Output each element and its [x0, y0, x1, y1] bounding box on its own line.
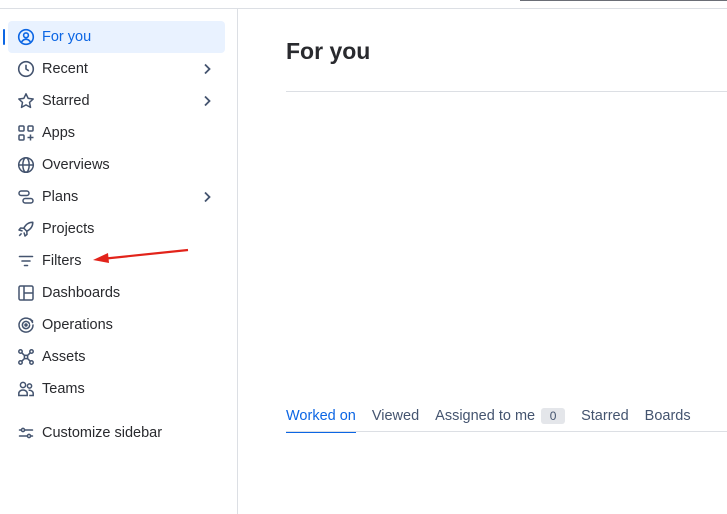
rocket-icon: [17, 220, 35, 238]
person-circle-icon: [17, 28, 35, 46]
title-divider: [286, 91, 727, 92]
tab-label: Starred: [581, 408, 629, 424]
sidebar-item-label: For you: [42, 29, 92, 45]
operations-icon: [17, 316, 35, 334]
customize-sidebar-label: Customize sidebar: [42, 425, 163, 441]
topbar-edge: [520, 0, 727, 1]
sidebar-item-operations[interactable]: Operations: [8, 309, 225, 341]
sidebar-item-label: Plans: [42, 189, 79, 205]
globe-icon: [17, 156, 35, 174]
active-indicator: [3, 29, 5, 45]
tab-boards[interactable]: Boards: [645, 404, 691, 432]
tab-label: Assigned to me: [435, 408, 536, 424]
sidebar-item-label: Projects: [42, 221, 95, 237]
sidebar-item-starred[interactable]: Starred: [8, 85, 225, 117]
sidebar: For you Recent Starred Apps Overviews Pl…: [0, 9, 238, 514]
page-title: For you: [286, 38, 371, 64]
sidebar-item-recent[interactable]: Recent: [8, 53, 225, 85]
sidebar-item-label: Teams: [42, 381, 85, 397]
teams-icon: [17, 380, 35, 398]
sidebar-item-dashboards[interactable]: Dashboards: [8, 277, 225, 309]
chevron-right-icon[interactable]: [199, 61, 215, 77]
filter-icon: [17, 252, 35, 270]
sidebar-item-for-you[interactable]: For you: [3, 21, 225, 53]
sidebar-item-label: Starred: [42, 93, 90, 109]
dashboard-icon: [17, 284, 35, 302]
tab-bar: Worked on Viewed Assigned to me 0 Starred…: [286, 404, 707, 433]
tab-assigned-to-me[interactable]: Assigned to me 0: [435, 404, 566, 432]
sidebar-item-label: Operations: [42, 317, 113, 333]
sidebar-item-teams[interactable]: Teams: [8, 373, 225, 405]
sidebar-item-label: Assets: [42, 349, 86, 365]
tab-starred[interactable]: Starred: [581, 404, 629, 432]
star-icon: [17, 92, 35, 110]
tab-worked-on[interactable]: Worked on: [286, 404, 356, 433]
assets-icon: [17, 348, 35, 366]
plans-icon: [17, 188, 35, 206]
clock-icon: [17, 60, 35, 78]
customize-sliders-icon: [17, 424, 35, 442]
sidebar-item-label: Dashboards: [42, 285, 121, 301]
sidebar-item-label: Overviews: [42, 157, 110, 173]
sidebar-item-filters[interactable]: Filters: [8, 245, 225, 277]
sidebar-item-label: Recent: [42, 61, 88, 77]
tab-label: Boards: [644, 408, 691, 424]
sidebar-item-overviews[interactable]: Overviews: [8, 149, 225, 181]
tab-label: Viewed: [371, 408, 420, 424]
chevron-right-icon[interactable]: [199, 93, 215, 109]
tab-label: Worked on: [286, 408, 356, 424]
apps-grid-icon: [17, 124, 35, 142]
sidebar-item-projects[interactable]: Projects: [8, 213, 225, 245]
sidebar-item-label: Filters: [42, 253, 82, 269]
sidebar-item-plans[interactable]: Plans: [8, 181, 225, 213]
sidebar-item-apps[interactable]: Apps: [8, 117, 225, 149]
sidebar-item-label: Apps: [42, 125, 76, 141]
sidebar-item-assets[interactable]: Assets: [8, 341, 225, 373]
customize-sidebar-button[interactable]: Customize sidebar: [8, 417, 225, 449]
tab-viewed[interactable]: Viewed: [372, 404, 419, 432]
chevron-right-icon[interactable]: [199, 189, 215, 205]
tabs-divider: [286, 431, 727, 432]
count-badge: 0: [541, 408, 566, 424]
